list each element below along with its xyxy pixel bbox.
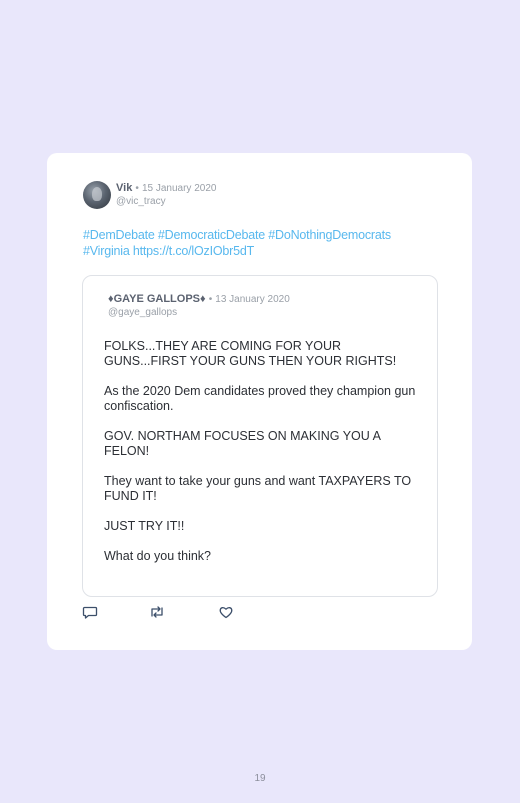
page-number: 19 bbox=[254, 773, 266, 784]
quoted-author-name[interactable]: ♦GAYE GALLOPS♦ bbox=[108, 293, 206, 305]
tweet-hashtags[interactable]: #DemDebate #DemocraticDebate #DoNothingD… bbox=[83, 228, 443, 244]
like-icon[interactable] bbox=[218, 604, 234, 620]
author-name[interactable]: Vik bbox=[116, 182, 132, 194]
separator: • bbox=[135, 183, 139, 194]
author-handle[interactable]: @vic_tracy bbox=[116, 196, 166, 207]
retweet-icon[interactable] bbox=[149, 604, 165, 620]
avatar[interactable] bbox=[83, 181, 111, 209]
quoted-tweet[interactable]: ♦GAYE GALLOPS♦ • 13 January 2020 @gaye_g… bbox=[82, 275, 438, 597]
quoted-body: FOLKS...THEY ARE COMING FOR YOUR GUNS...… bbox=[104, 339, 424, 579]
quoted-paragraph: FOLKS...THEY ARE COMING FOR YOUR GUNS...… bbox=[104, 339, 397, 368]
quoted-paragraph: They want to take your guns and want TAX… bbox=[104, 474, 412, 503]
separator: • bbox=[208, 294, 213, 305]
tweet-card: Vik • 15 January 2020 @vic_tracy #DemDeb… bbox=[47, 153, 472, 650]
quoted-date: 13 January 2020 bbox=[215, 294, 290, 305]
quoted-paragraph: JUST TRY IT!! bbox=[104, 519, 185, 533]
quoted-paragraph: As the 2020 Dem candidates proved they c… bbox=[104, 384, 416, 413]
quoted-header: ♦GAYE GALLOPS♦ • 13 January 2020 bbox=[108, 293, 290, 305]
reply-icon[interactable] bbox=[82, 604, 98, 620]
tweet-link-line[interactable]: #Virginia https://t.co/lOzIObr5dT bbox=[83, 244, 443, 260]
quoted-author-handle[interactable]: @gaye_gallops bbox=[108, 307, 177, 318]
tweet-header: Vik • 15 January 2020 bbox=[116, 182, 216, 194]
quoted-paragraph: What do you think? bbox=[104, 549, 212, 563]
tweet-text: #DemDebate #DemocraticDebate #DoNothingD… bbox=[83, 228, 443, 259]
tweet-date: 15 January 2020 bbox=[141, 183, 217, 194]
quoted-paragraph: GOV. NORTHAM FOCUSES ON MAKING YOU A FEL… bbox=[104, 429, 381, 458]
tweet-actions bbox=[82, 604, 282, 620]
